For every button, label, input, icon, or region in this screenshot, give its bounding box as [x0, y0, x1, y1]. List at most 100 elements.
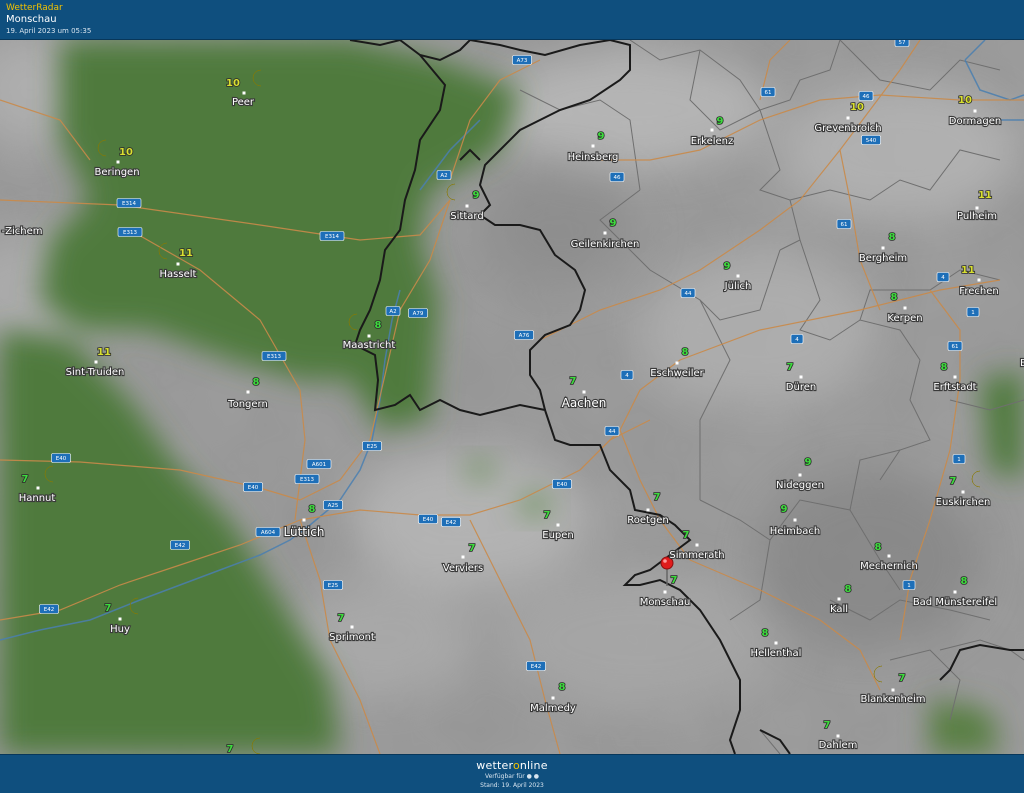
city-label: Frechen [959, 286, 998, 297]
road-number: E40 [557, 482, 568, 488]
city-label: Jülich [724, 281, 752, 292]
road-number: A2 [389, 309, 396, 315]
city-dot [591, 144, 595, 148]
city-label: Hannut [19, 493, 56, 504]
temperature-label: 8 [375, 320, 382, 331]
road-badge: E313 [261, 351, 287, 361]
map-canvas[interactable]: A73576146540A2 46E314E313E31461444A2 A79A7… [0, 40, 1024, 754]
city-dot [675, 361, 679, 365]
city-dot [646, 508, 650, 512]
temperature-label: 7 [338, 613, 345, 624]
temperature-label: 7 [824, 720, 831, 731]
city-dot [118, 617, 122, 621]
city-label: Sint-Truiden [66, 367, 125, 378]
city-dot [695, 543, 699, 547]
road-number: 4 [941, 275, 945, 281]
city-label: Lüttich [283, 525, 324, 539]
city-dot [350, 625, 354, 629]
city-dot [551, 696, 555, 700]
road-badge: E314 [319, 231, 345, 241]
city-dot [710, 128, 714, 132]
temperature-label: 9 [805, 457, 812, 468]
road-number: 61 [765, 90, 772, 96]
road-number: E42 [175, 543, 185, 549]
temperature-label: 9 [724, 261, 731, 272]
city-dot [881, 246, 885, 250]
road-badge: E313 [294, 474, 320, 484]
city-label: Mechernich [860, 561, 918, 572]
road-number: 46 [614, 175, 621, 181]
road-badge: E40 [51, 453, 71, 463]
city-dot [836, 734, 840, 738]
road-number: 44 [609, 429, 616, 435]
city-label: Roetgen [627, 515, 669, 526]
temperature-label: 8 [682, 347, 689, 358]
road-number: 1 [907, 583, 911, 589]
city-dot [582, 390, 586, 394]
road-number: A604 [261, 530, 276, 536]
city-label: Heimbach [770, 526, 821, 537]
road-badge: 46 [609, 172, 625, 182]
city-dot [176, 262, 180, 266]
city-dot [556, 523, 560, 527]
temperature-label: 7 [22, 474, 29, 485]
road-badge: A73 [512, 55, 532, 65]
city-label: Bergheim [859, 253, 907, 264]
temperature-label: 10 [226, 78, 240, 89]
city-label: Tongern [227, 399, 268, 410]
city-label: Euskirchen [936, 497, 991, 508]
city-label: Dahlem [819, 740, 858, 751]
road-badge: A25 [323, 500, 343, 510]
city-label: Peer [232, 97, 255, 108]
temperature-label: 7 [671, 575, 678, 586]
road-badge: E40 [243, 482, 263, 492]
road-badge: 61 [760, 87, 776, 97]
city-label: Grevenbroich [814, 123, 881, 134]
city-dot [973, 109, 977, 113]
city-label: Malmedy [530, 703, 576, 714]
apple-icon: ● [533, 773, 540, 780]
temperature-label: 8 [889, 232, 896, 243]
road-badge: E25 [323, 580, 343, 590]
city-label: Geilenkirchen [571, 239, 640, 250]
city-label: Hasselt [160, 269, 197, 280]
city-label: -Zichem [2, 226, 43, 237]
weather-radar-map[interactable]: A73 57 61 46 540 A2 46 E314 E313 E314 61 44 4 A2 A79 A7… [0, 40, 1024, 754]
temperature-label: 9 [598, 131, 605, 142]
road-number: E42 [44, 607, 54, 613]
road-badge: 1 [952, 454, 966, 464]
road-badge: 4 [620, 370, 634, 380]
road-badge: 46 [858, 91, 874, 101]
city-dot [961, 490, 965, 494]
temperature-label: 8 [845, 584, 852, 595]
city-label: Maastricht [343, 340, 396, 351]
city-label: Pulheim [957, 211, 997, 222]
road-badge: 61 [836, 219, 852, 229]
city-label: Heinsberg [568, 152, 619, 163]
road-badge: E40 [552, 479, 572, 489]
city-dot [603, 231, 607, 235]
city-label: Kall [830, 604, 848, 615]
city-label: Düren [786, 382, 816, 393]
city-dot [977, 278, 981, 282]
temperature-label: 7 [570, 376, 577, 387]
road-badge: E313 [117, 227, 143, 237]
road-number: E42 [531, 664, 541, 670]
city-label: Huy [110, 624, 130, 635]
availability-line: Verfügbar für ● ● [0, 773, 1024, 780]
city-dot [465, 204, 469, 208]
city-dot [953, 590, 957, 594]
city-marker[interactable]: Br [1019, 357, 1024, 370]
road-number: E40 [423, 517, 434, 523]
city-label: Verviers [443, 563, 484, 574]
temperature-label: 8 [559, 682, 566, 693]
road-number: 46 [863, 94, 870, 100]
temperature-label: 7 [950, 476, 957, 487]
road-number: E40 [56, 456, 67, 462]
city-marker[interactable]: -Zichem [0, 225, 43, 238]
road-number: 61 [841, 222, 848, 228]
road-badge: 4 [790, 334, 804, 344]
road-badge: A2 [385, 306, 401, 316]
city-dot [891, 688, 895, 692]
temperature-label: 9 [610, 218, 617, 229]
